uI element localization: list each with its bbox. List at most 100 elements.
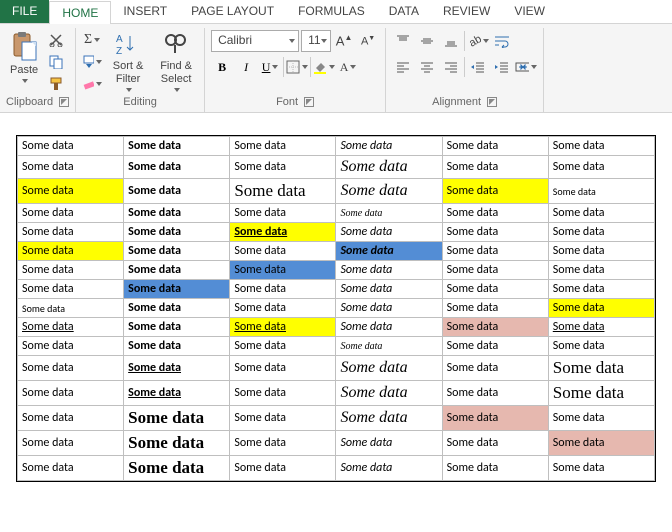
- cell[interactable]: Some data: [336, 406, 442, 431]
- clear-button[interactable]: [82, 74, 102, 94]
- cut-button[interactable]: [46, 30, 66, 50]
- cell[interactable]: Some data: [18, 337, 124, 356]
- cell[interactable]: Some data: [442, 381, 548, 406]
- cell[interactable]: Some data: [18, 261, 124, 280]
- cell[interactable]: Some data: [442, 337, 548, 356]
- align-middle-button[interactable]: [416, 30, 438, 52]
- cell[interactable]: Some data: [124, 356, 230, 381]
- cell[interactable]: Some data: [18, 204, 124, 223]
- find-select-button[interactable]: Find & Select: [154, 30, 198, 94]
- cell[interactable]: Some data: [442, 204, 548, 223]
- cell[interactable]: Some data: [124, 456, 230, 481]
- cell[interactable]: Some data: [336, 204, 442, 223]
- cell[interactable]: Some data: [18, 179, 124, 204]
- cell[interactable]: Some data: [18, 242, 124, 261]
- cell[interactable]: Some data: [18, 223, 124, 242]
- cell[interactable]: Some data: [124, 204, 230, 223]
- tab-home[interactable]: HOME: [49, 1, 111, 24]
- sort-filter-button[interactable]: AZ Sort & Filter: [106, 30, 150, 94]
- cell[interactable]: Some data: [230, 137, 336, 156]
- copy-button[interactable]: [46, 52, 66, 72]
- fill-color-button[interactable]: [313, 56, 335, 78]
- cell[interactable]: Some data: [336, 381, 442, 406]
- bold-button[interactable]: B: [211, 56, 233, 78]
- cell[interactable]: Some data: [18, 299, 124, 318]
- cell[interactable]: Some data: [124, 242, 230, 261]
- wrap-text-button[interactable]: [491, 30, 513, 52]
- cell[interactable]: Some data: [124, 318, 230, 337]
- cell[interactable]: Some data: [336, 223, 442, 242]
- tab-file[interactable]: FILE: [0, 0, 49, 23]
- cell[interactable]: Some data: [230, 204, 336, 223]
- cell[interactable]: Some data: [230, 299, 336, 318]
- cell[interactable]: Some data: [336, 299, 442, 318]
- align-right-button[interactable]: [440, 56, 462, 78]
- merge-center-button[interactable]: [515, 56, 537, 78]
- font-name-select[interactable]: Calibri: [211, 30, 299, 52]
- alignment-dialog-launcher[interactable]: [487, 97, 497, 107]
- fill-button[interactable]: [82, 52, 102, 72]
- cell[interactable]: Some data: [230, 280, 336, 299]
- tab-review[interactable]: REVIEW: [431, 0, 502, 23]
- tab-page-layout[interactable]: PAGE LAYOUT: [179, 0, 286, 23]
- cell[interactable]: Some data: [124, 431, 230, 456]
- cell[interactable]: Some data: [548, 456, 654, 481]
- cell[interactable]: Some data: [548, 299, 654, 318]
- font-dialog-launcher[interactable]: [304, 97, 314, 107]
- cell[interactable]: Some data: [548, 137, 654, 156]
- cell[interactable]: Some data: [442, 179, 548, 204]
- cell[interactable]: Some data: [442, 299, 548, 318]
- cell[interactable]: Some data: [336, 156, 442, 179]
- cell[interactable]: Some data: [18, 137, 124, 156]
- cell[interactable]: Some data: [124, 299, 230, 318]
- italic-button[interactable]: I: [235, 56, 257, 78]
- cell[interactable]: Some data: [336, 280, 442, 299]
- cell[interactable]: Some data: [442, 431, 548, 456]
- cell[interactable]: Some data: [548, 242, 654, 261]
- shrink-font-button[interactable]: A▼: [357, 30, 379, 52]
- cell[interactable]: Some data: [230, 337, 336, 356]
- increase-indent-button[interactable]: [491, 56, 513, 78]
- cell[interactable]: Some data: [230, 431, 336, 456]
- tab-formulas[interactable]: FORMULAS: [286, 0, 377, 23]
- cell[interactable]: Some data: [18, 456, 124, 481]
- cell[interactable]: Some data: [230, 318, 336, 337]
- cell[interactable]: Some data: [548, 204, 654, 223]
- cell[interactable]: Some data: [336, 456, 442, 481]
- cell[interactable]: Some data: [548, 356, 654, 381]
- cell[interactable]: Some data: [336, 431, 442, 456]
- cell[interactable]: Some data: [230, 406, 336, 431]
- cell[interactable]: Some data: [230, 456, 336, 481]
- cell[interactable]: Some data: [336, 261, 442, 280]
- underline-button[interactable]: U: [259, 56, 281, 78]
- cell[interactable]: Some data: [548, 223, 654, 242]
- cell[interactable]: Some data: [18, 406, 124, 431]
- font-size-select[interactable]: 11: [301, 30, 331, 52]
- cell[interactable]: Some data: [230, 356, 336, 381]
- clipboard-dialog-launcher[interactable]: [59, 97, 69, 107]
- cell[interactable]: Some data: [548, 156, 654, 179]
- cell[interactable]: Some data: [442, 318, 548, 337]
- borders-button[interactable]: [286, 56, 308, 78]
- cell[interactable]: Some data: [124, 280, 230, 299]
- cell[interactable]: Some data: [18, 156, 124, 179]
- grid-table[interactable]: Some dataSome dataSome dataSome dataSome…: [17, 136, 655, 481]
- cell[interactable]: Some data: [124, 337, 230, 356]
- cell[interactable]: Some data: [336, 137, 442, 156]
- cell[interactable]: Some data: [230, 261, 336, 280]
- cell[interactable]: Some data: [124, 381, 230, 406]
- cell[interactable]: Some data: [442, 261, 548, 280]
- cell[interactable]: Some data: [548, 318, 654, 337]
- cell[interactable]: Some data: [442, 156, 548, 179]
- cell[interactable]: Some data: [230, 179, 336, 204]
- cell[interactable]: Some data: [18, 356, 124, 381]
- cell[interactable]: Some data: [124, 261, 230, 280]
- tab-view[interactable]: VIEW: [502, 0, 557, 23]
- cell[interactable]: Some data: [18, 381, 124, 406]
- paste-button[interactable]: Paste: [6, 30, 42, 85]
- cell[interactable]: Some data: [230, 156, 336, 179]
- orientation-button[interactable]: ab: [467, 30, 489, 52]
- cell[interactable]: Some data: [548, 261, 654, 280]
- cell[interactable]: Some data: [442, 280, 548, 299]
- align-center-button[interactable]: [416, 56, 438, 78]
